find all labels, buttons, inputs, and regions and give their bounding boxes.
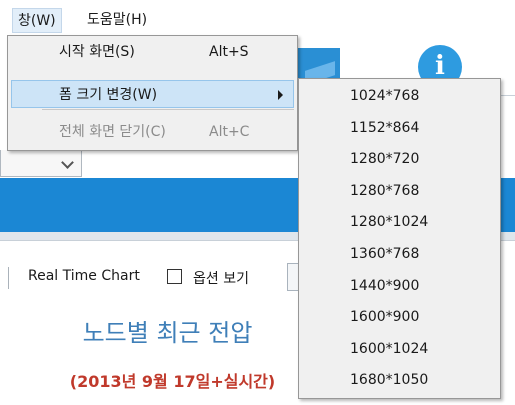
page-subtitle: (2013년 9월 17일+실시간) — [69, 372, 276, 391]
toolbar-separator — [8, 267, 9, 289]
submenu-item-1680x1050[interactable]: 1680*1050 — [299, 365, 500, 397]
submenu-item-1360x768[interactable]: 1360*768 — [299, 239, 500, 271]
menu-bar — [0, 0, 515, 35]
submenu-item-1440x900[interactable]: 1440*900 — [299, 271, 500, 303]
menu-help[interactable]: 도움말(H) — [82, 8, 152, 33]
page-title: 노드별 최근 전압 — [82, 319, 253, 347]
submenu-item-1600x1024[interactable]: 1600*1024 — [299, 334, 500, 366]
submenu-item-1280x1024[interactable]: 1280*1024 — [299, 207, 500, 239]
menu-item-start-screen[interactable]: 시작 화면(S) Alt+S — [11, 38, 294, 66]
combo-box[interactable] — [0, 150, 82, 177]
realtime-chart-label: Real Time Chart — [28, 268, 140, 284]
submenu-item-1280x768[interactable]: 1280*768 — [299, 176, 500, 208]
chevron-right-icon — [278, 90, 283, 100]
submenu-item-1152x864[interactable]: 1152*864 — [299, 113, 500, 145]
submenu-item-1024x768[interactable]: 1024*768 — [299, 81, 500, 113]
menu-item-label: 시작 화면(S) — [59, 44, 135, 60]
menu-item-label: 전체 화면 닫기(C) — [59, 124, 166, 140]
submenu-item-1600x900[interactable]: 1600*900 — [299, 302, 500, 334]
chevron-down-icon — [61, 156, 74, 169]
options-checkbox[interactable] — [167, 269, 182, 284]
menu-window[interactable]: 창(W) — [12, 8, 62, 33]
menu-item-shortcut: Alt+C — [209, 124, 250, 140]
menu-separator — [42, 109, 294, 110]
window-menu: 시작 화면(S) Alt+S 폼 크기 변경(W) 전체 화면 닫기(C) Al… — [7, 35, 298, 151]
info-icon: i — [435, 51, 445, 81]
menu-item-close-fullscreen[interactable]: 전체 화면 닫기(C) Alt+C — [11, 118, 294, 146]
resize-submenu: 1024*768 1152*864 1280*720 1280*768 1280… — [298, 78, 501, 399]
menu-item-resize-form[interactable]: 폼 크기 변경(W) — [11, 80, 294, 108]
menu-item-shortcut: Alt+S — [209, 44, 249, 60]
submenu-item-1280x720[interactable]: 1280*720 — [299, 144, 500, 176]
menu-item-label: 폼 크기 변경(W) — [59, 87, 158, 103]
options-label: 옵션 보기 — [193, 271, 249, 287]
